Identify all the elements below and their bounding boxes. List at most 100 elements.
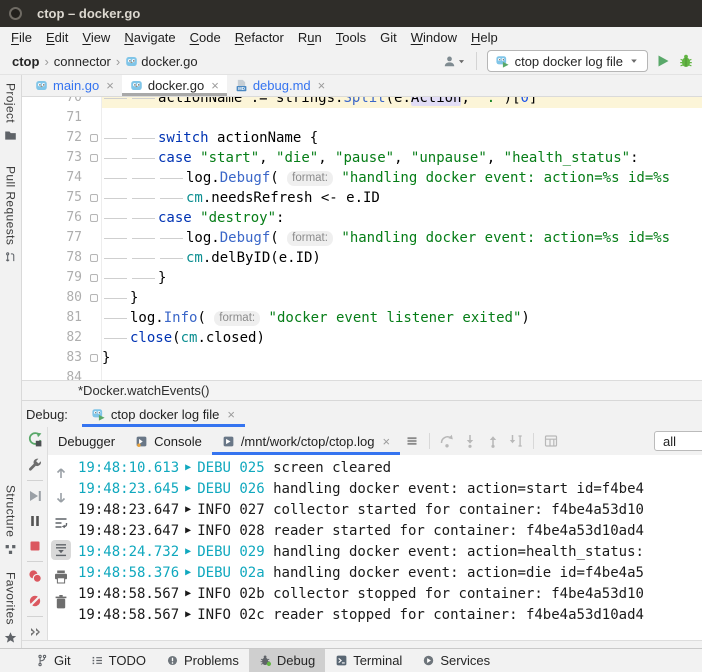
line-number[interactable]: 73 (22, 148, 86, 168)
toolwindow-button-terminal[interactable]: Terminal (325, 649, 412, 672)
fold-gutter[interactable] (86, 97, 102, 108)
fold-marker-icon[interactable] (90, 354, 98, 362)
close-tab-icon[interactable]: × (106, 79, 114, 92)
code-text[interactable]: actionName := strings.Split(e.Action, ":… (102, 97, 702, 108)
toolwindow-button-problems[interactable]: Problems (156, 649, 249, 672)
line-number[interactable]: 83 (22, 348, 86, 368)
fold-gutter[interactable] (86, 148, 102, 168)
fold-gutter[interactable] (86, 348, 102, 368)
fold-gutter[interactable] (86, 128, 102, 148)
menu-item-tools[interactable]: Tools (329, 30, 373, 45)
view-breakpoints-icon[interactable] (27, 568, 43, 584)
line-number[interactable]: 82 (22, 328, 86, 348)
fold-gutter[interactable] (86, 208, 102, 228)
down-arrow-icon[interactable] (53, 490, 69, 506)
line-number[interactable]: 77 (22, 228, 86, 248)
fold-gutter[interactable] (86, 308, 102, 328)
line-number[interactable]: 75 (22, 188, 86, 208)
tool-stripe-button-favorites[interactable]: Favorites (4, 572, 18, 644)
code-text[interactable]: close(cm.closed) (102, 328, 702, 348)
line-number[interactable]: 80 (22, 288, 86, 308)
code-text[interactable]: log.Info( format: "docker event listener… (102, 308, 702, 328)
fold-gutter[interactable] (86, 268, 102, 288)
code-text[interactable]: log.Debugf( format: "handling docker eve… (102, 228, 702, 248)
toolwindow-button-services[interactable]: Services (412, 649, 500, 672)
run-to-cursor-icon[interactable] (508, 433, 524, 449)
fold-gutter[interactable] (86, 188, 102, 208)
line-number[interactable]: 71 (22, 108, 86, 128)
close-tab-icon[interactable]: × (318, 79, 326, 92)
log-output-console[interactable]: 19:48:10.613 ▶ DEBU 025 screen cleared19… (74, 455, 702, 640)
code-text[interactable]: } (102, 288, 702, 308)
log-line[interactable]: 19:48:58.567 ▶ INFO 02c reader stopped f… (78, 604, 702, 625)
menu-item-edit[interactable]: Edit (39, 30, 75, 45)
log-filter-select[interactable]: all (654, 431, 702, 451)
line-number[interactable]: 70 (22, 97, 86, 108)
close-tab-icon[interactable]: × (382, 435, 390, 448)
pause-icon[interactable] (27, 513, 43, 529)
code-text[interactable]: log.Debugf( format: "handling docker eve… (102, 168, 702, 188)
breadcrumb-item-docker-go[interactable]: docker.go (141, 54, 197, 69)
fold-gutter[interactable] (86, 108, 102, 128)
debug-tab-console[interactable]: Console (125, 427, 212, 455)
menu-item-view[interactable]: View (75, 30, 117, 45)
fold-marker-icon[interactable] (90, 214, 98, 222)
fold-gutter[interactable] (86, 168, 102, 188)
editor-tab-main-go[interactable]: main.go× (27, 75, 122, 96)
run-button[interactable] (655, 53, 671, 69)
menu-icon[interactable] (404, 433, 420, 449)
toolwindow-button-debug[interactable]: Debug (249, 649, 325, 672)
window-menu-icon[interactable] (9, 7, 22, 20)
step-into-icon[interactable] (462, 433, 478, 449)
log-line[interactable]: 19:48:23.647 ▶ INFO 027 collector starte… (78, 499, 702, 520)
line-number[interactable]: 76 (22, 208, 86, 228)
editor-tab-docker-go[interactable]: docker.go× (122, 75, 227, 96)
fold-gutter[interactable] (86, 368, 102, 380)
vcs-user-button[interactable] (443, 55, 466, 68)
fold-gutter[interactable] (86, 228, 102, 248)
layout-grid-icon[interactable] (543, 433, 559, 449)
clear-icon[interactable] (53, 594, 69, 610)
fold-gutter[interactable] (86, 288, 102, 308)
run-configuration-select[interactable]: ctop docker log file (487, 50, 648, 72)
breadcrumb-item-connector[interactable]: connector (54, 54, 111, 69)
code-text[interactable]: } (102, 348, 702, 368)
up-arrow-icon[interactable] (53, 465, 69, 481)
line-number[interactable]: 84 (22, 368, 86, 380)
debug-button[interactable] (678, 53, 694, 69)
fold-marker-icon[interactable] (90, 274, 98, 282)
step-out-icon[interactable] (485, 433, 501, 449)
menu-item-navigate[interactable]: Navigate (117, 30, 182, 45)
code-text[interactable] (102, 108, 702, 128)
rerun-icon[interactable] (27, 432, 43, 448)
menu-item-run[interactable]: Run (291, 30, 329, 45)
close-tab-icon[interactable]: × (211, 79, 219, 92)
more-icon[interactable] (27, 624, 43, 640)
close-icon[interactable]: × (227, 408, 235, 421)
line-number[interactable]: 78 (22, 248, 86, 268)
line-number[interactable]: 79 (22, 268, 86, 288)
log-line[interactable]: 19:48:10.613 ▶ DEBU 025 screen cleared (78, 457, 702, 478)
fold-marker-icon[interactable] (90, 254, 98, 262)
fold-gutter[interactable] (86, 248, 102, 268)
editor-tab-debug-md[interactable]: MDdebug.md× (227, 75, 333, 96)
fold-marker-icon[interactable] (90, 154, 98, 162)
log-line[interactable]: 19:48:23.647 ▶ INFO 028 reader started f… (78, 520, 702, 541)
toolwindow-button-git[interactable]: Git (26, 649, 81, 672)
mute-breakpoints-icon[interactable] (27, 593, 43, 609)
tool-stripe-button-pull-requests[interactable]: Pull Requests (4, 166, 18, 264)
print-icon[interactable] (53, 569, 69, 585)
debug-session-tab[interactable]: ctop docker log file × (82, 401, 245, 427)
soft-wrap-icon[interactable] (53, 515, 69, 531)
fold-marker-icon[interactable] (90, 194, 98, 202)
toolwindow-button-todo[interactable]: TODO (81, 649, 156, 672)
log-line[interactable]: 19:48:23.645 ▶ DEBU 026 handling docker … (78, 478, 702, 499)
title-bar[interactable]: ctop – docker.go (0, 0, 702, 27)
breadcrumb-item-ctop[interactable]: ctop (12, 54, 39, 69)
code-text[interactable]: cm.needsRefresh <- e.ID (102, 188, 702, 208)
menu-item-refactor[interactable]: Refactor (228, 30, 291, 45)
code-text[interactable]: case "start", "die", "pause", "unpause",… (102, 148, 702, 168)
line-number[interactable]: 72 (22, 128, 86, 148)
code-text[interactable] (102, 368, 702, 380)
code-editor[interactable]: 70 actionName := strings.Split(e.Action, … (22, 97, 702, 380)
